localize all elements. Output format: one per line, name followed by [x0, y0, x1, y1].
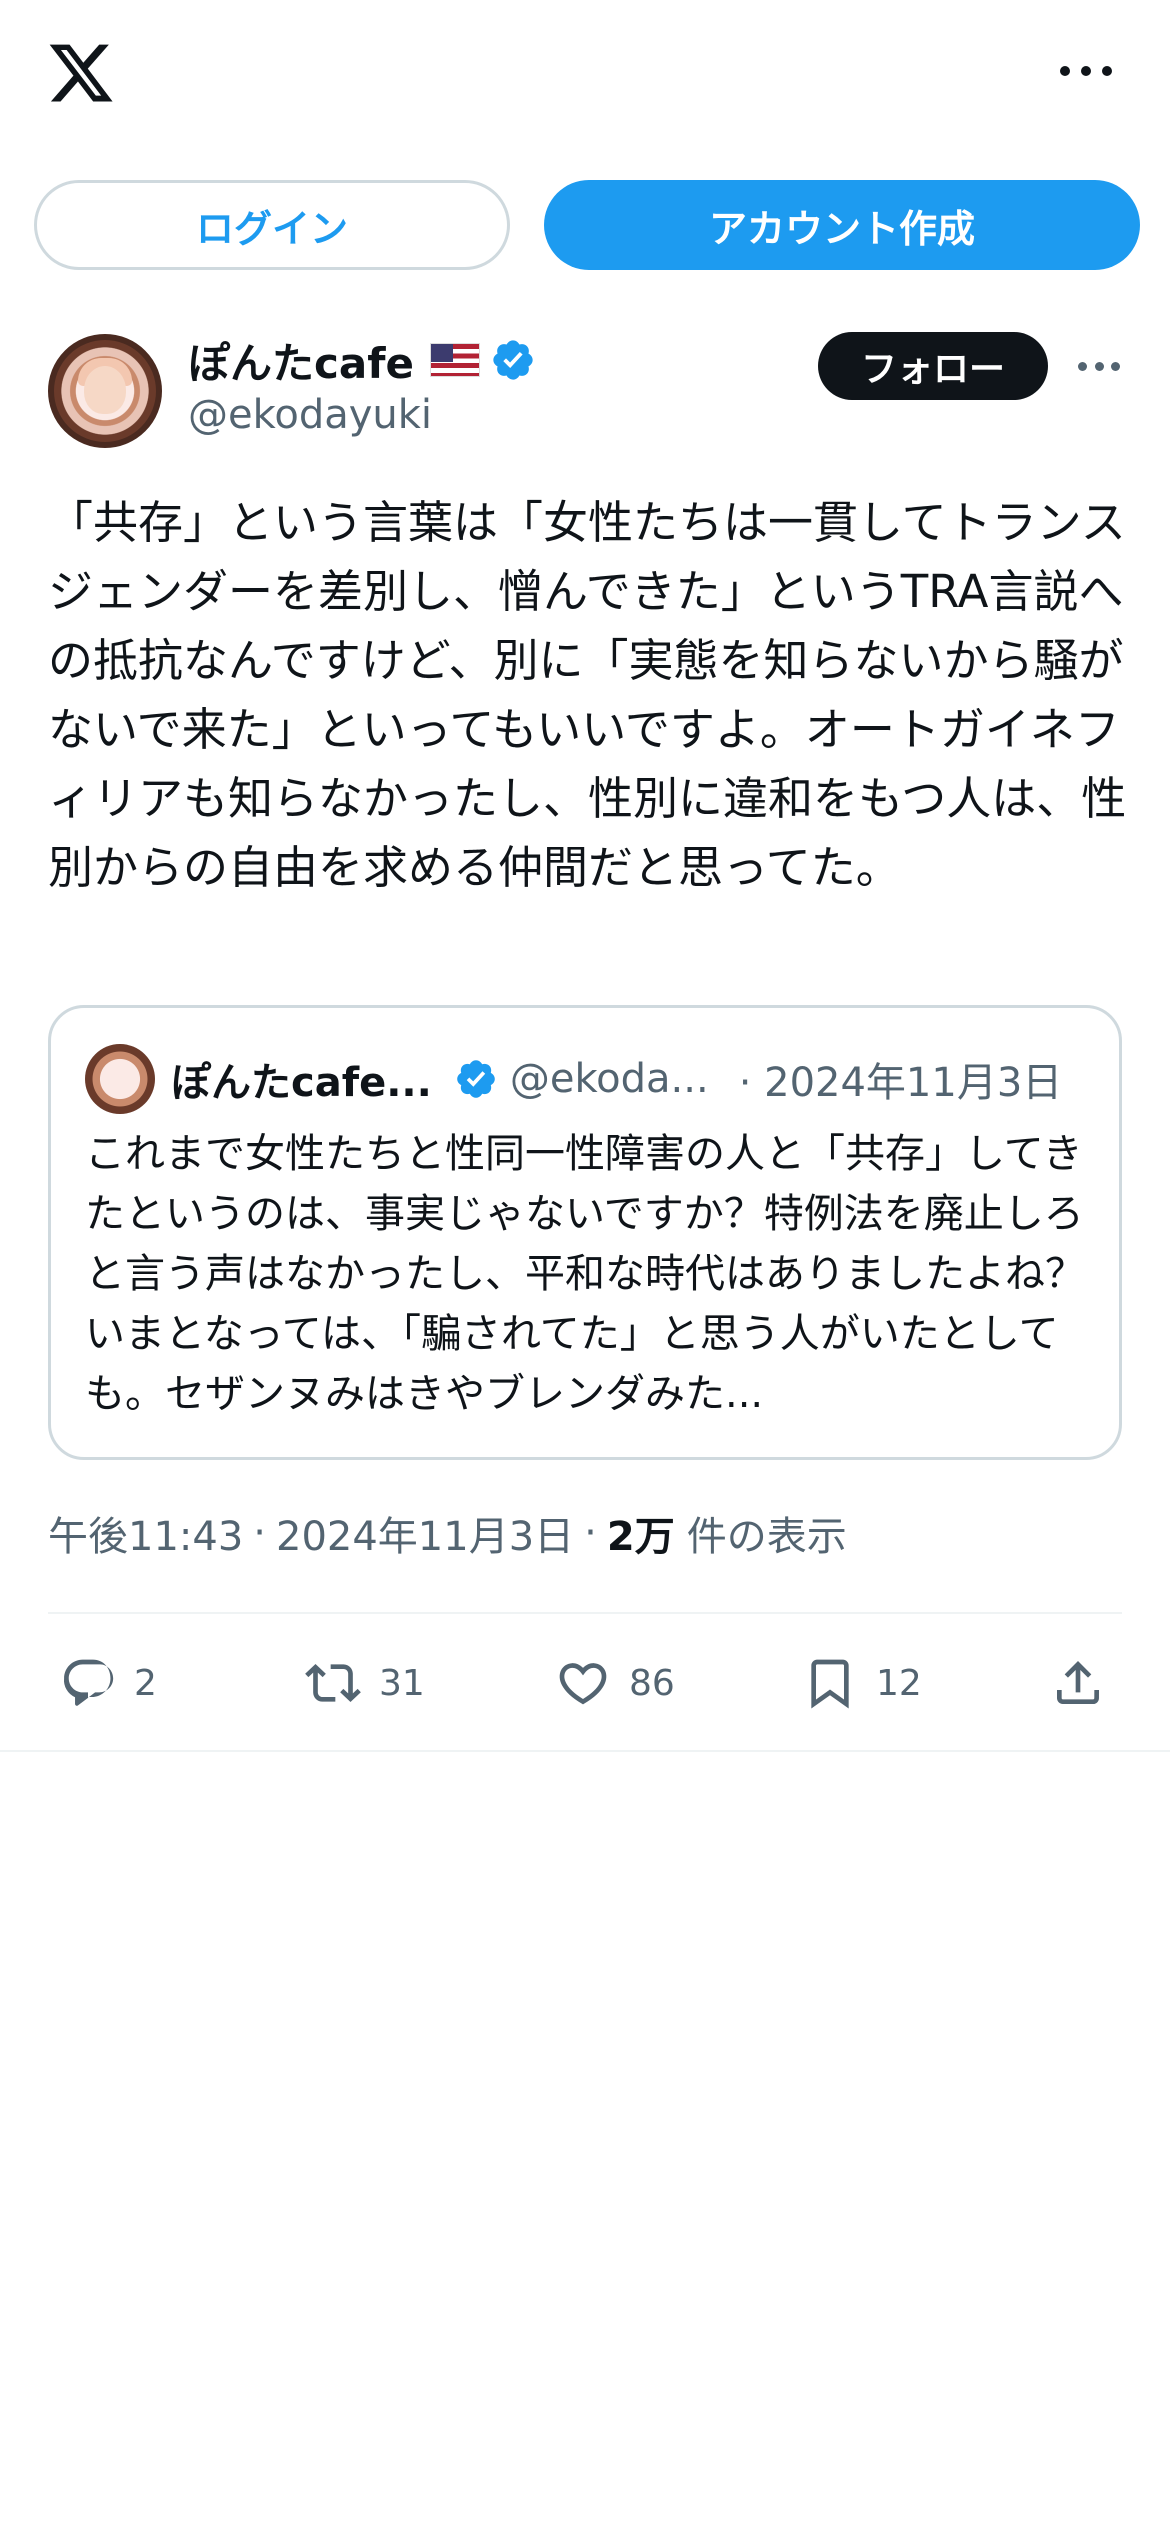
like-count: 86: [629, 1662, 675, 1704]
reply-button[interactable]: 2: [60, 1650, 157, 1716]
repost-button[interactable]: 31: [305, 1650, 425, 1716]
x-logo-icon[interactable]: [46, 38, 116, 108]
login-button[interactable]: ログイン: [34, 180, 510, 270]
top-bar: [0, 0, 1170, 150]
repost-count: 31: [379, 1662, 425, 1704]
flag-canton: [431, 344, 453, 362]
divider: [0, 1750, 1170, 1752]
dot: [1060, 66, 1070, 76]
tweet-time[interactable]: 午後11:43: [48, 1504, 243, 1562]
tweet-header: ぽんたcafe @ekodayuki フォロー: [48, 330, 1128, 450]
avatar-face: [84, 366, 126, 414]
tweet-date[interactable]: 2024年11月3日: [276, 1504, 574, 1562]
verified-badge-icon[interactable]: [490, 337, 536, 383]
tweet-actions: 2 31 86 12: [60, 1650, 1120, 1716]
separator: ·: [584, 1510, 597, 1556]
separator: ·: [253, 1510, 266, 1556]
quoted-tweet-text: これまで女性たちと性同一性障害の人と「共存」してきたというのは、事実じゃないです…: [85, 1131, 1085, 1417]
us-flag-icon: [430, 343, 480, 377]
reply-icon: [63, 1659, 114, 1706]
more-horizontal-icon[interactable]: [1060, 56, 1112, 86]
quoted-tweet-card[interactable]: ぽんたcafe... @ekoda... · 2024年11月3日 これまで女性…: [48, 1005, 1122, 1460]
verified-badge-icon: [457, 1060, 495, 1098]
dot: [1111, 362, 1120, 371]
tweet-text: 「共存」という言葉は「女性たちは一貫してトランスジェンダーを差別し、憎んできた」…: [48, 496, 1127, 894]
bookmark-count: 12: [876, 1662, 922, 1704]
dot: [1078, 362, 1087, 371]
quoted-handle: @ekoda...: [509, 1056, 709, 1102]
share-icon: [1057, 1661, 1099, 1704]
heart-icon: [559, 1663, 607, 1705]
dot: [1102, 66, 1112, 76]
bookmark-button[interactable]: 12: [802, 1650, 922, 1716]
reply-count: 2: [134, 1662, 157, 1704]
views-label: 件の表示: [686, 1514, 847, 1560]
quoted-date: · 2024年11月3日: [738, 1060, 1063, 1106]
views-count: 2万: [606, 1514, 675, 1560]
avatar[interactable]: [48, 334, 162, 448]
repost-icon: [305, 1664, 361, 1702]
bookmark-icon: [811, 1659, 849, 1709]
dot: [1094, 362, 1104, 371]
tweet-meta: 午後11:43 · 2024年11月3日 · 2万 件の表示: [48, 1505, 847, 1561]
dot: [1081, 66, 1091, 76]
create-account-button[interactable]: アカウント作成: [544, 180, 1140, 270]
quoted-tweet-header: ぽんたcafe... @ekoda... · 2024年11月3日: [85, 1044, 1095, 1114]
tweet-more-icon[interactable]: [1078, 362, 1120, 374]
divider: [48, 1612, 1122, 1614]
author-handle[interactable]: @ekodayuki: [188, 392, 432, 438]
follow-button[interactable]: フォロー: [818, 332, 1048, 400]
quoted-display-name: ぽんたcafe...: [171, 1060, 432, 1106]
quoted-avatar: [85, 1044, 155, 1114]
share-button[interactable]: [1050, 1650, 1106, 1716]
like-button[interactable]: 86: [555, 1650, 675, 1716]
author-display-name[interactable]: ぽんたcafe: [188, 330, 414, 391]
auth-buttons: ログイン アカウント作成: [34, 180, 1140, 270]
author-name-line: ぽんたcafe: [188, 330, 536, 390]
